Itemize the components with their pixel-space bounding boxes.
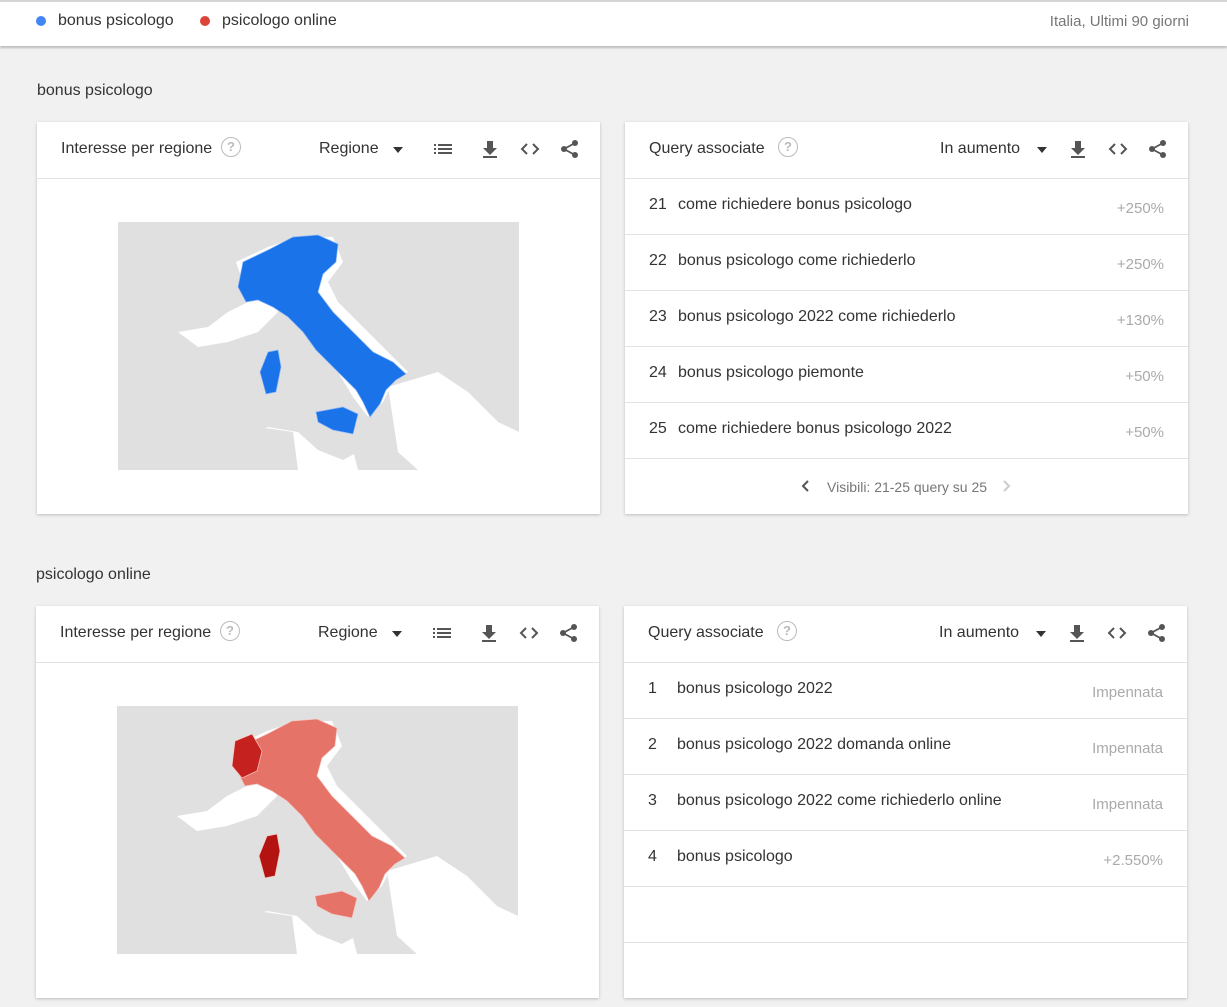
help-circle-icon[interactable]: ? xyxy=(220,621,240,641)
pagination-label: Visibili: 21-25 query su 25 xyxy=(827,479,988,495)
query-row[interactable]: 1 bonus psicologo 2022 Impennata xyxy=(624,662,1187,719)
card-title: Query associate xyxy=(648,624,764,641)
region-interest-card: Interesse per regione ? Regione xyxy=(36,606,599,998)
query-value: Impennata xyxy=(1092,684,1163,701)
query-rank: 22 xyxy=(649,252,667,269)
query-rank: 3 xyxy=(648,792,657,809)
share-icon[interactable] xyxy=(1146,622,1168,644)
query-text[interactable]: bonus psicologo xyxy=(677,848,793,866)
caret-down-icon[interactable] xyxy=(393,147,403,153)
query-row[interactable]: 2 bonus psicologo 2022 domanda online Im… xyxy=(624,718,1187,775)
query-text[interactable]: bonus psicologo 2022 come richiederlo on… xyxy=(677,792,1002,810)
download-icon[interactable] xyxy=(479,138,501,160)
embed-code-icon[interactable] xyxy=(1106,622,1128,644)
embed-code-icon[interactable] xyxy=(518,622,540,644)
query-text[interactable]: bonus psicologo 2022 xyxy=(677,680,833,698)
query-value: +250% xyxy=(1116,256,1164,273)
scope-label: Italia, Ultimi 90 giorni xyxy=(1049,13,1189,30)
card-header: Query associate ? In aumento xyxy=(625,122,1188,179)
blue-dot-icon xyxy=(36,16,46,26)
list-icon[interactable] xyxy=(432,138,454,160)
section-title: psicologo online xyxy=(36,566,151,583)
query-row[interactable]: 3 bonus psicologo 2022 come richiederlo … xyxy=(624,774,1187,831)
query-text[interactable]: bonus psicologo piemonte xyxy=(678,364,864,382)
legend-label: bonus psicologo xyxy=(58,12,174,29)
rising-dropdown[interactable]: In aumento xyxy=(939,624,1019,642)
query-text[interactable]: bonus psicologo 2022 domanda online xyxy=(677,736,951,754)
share-icon[interactable] xyxy=(559,138,581,160)
query-rank: 25 xyxy=(649,420,667,437)
query-row[interactable]: 4 bonus psicologo +2.550% xyxy=(624,830,1187,887)
query-text[interactable]: come richiedere bonus psicologo 2022 xyxy=(678,420,952,438)
legend-item-psicologo-online[interactable]: psicologo online xyxy=(200,12,337,30)
divider xyxy=(624,942,1187,943)
embed-code-icon[interactable] xyxy=(1107,138,1129,160)
rising-dropdown[interactable]: In aumento xyxy=(940,140,1020,158)
region-map[interactable] xyxy=(118,222,519,470)
query-text[interactable]: come richiedere bonus psicologo xyxy=(678,196,912,214)
legend-item-bonus-psicologo[interactable]: bonus psicologo xyxy=(36,12,174,30)
query-rank: 4 xyxy=(648,848,657,865)
download-icon[interactable] xyxy=(1067,138,1089,160)
help-circle-icon[interactable]: ? xyxy=(777,621,797,641)
query-rank: 2 xyxy=(648,736,657,753)
section-title: bonus psicologo xyxy=(37,82,153,99)
query-value: +50% xyxy=(1125,424,1164,441)
download-icon[interactable] xyxy=(1066,622,1088,644)
caret-down-icon[interactable] xyxy=(392,631,402,637)
query-value: +250% xyxy=(1116,200,1164,217)
caret-down-icon[interactable] xyxy=(1037,147,1047,153)
list-icon[interactable] xyxy=(431,622,453,644)
region-dropdown[interactable]: Regione xyxy=(318,624,378,642)
card-header: Interesse per regione ? Regione xyxy=(37,122,600,179)
region-map[interactable] xyxy=(117,706,518,954)
query-row[interactable]: 24 bonus psicologo piemonte +50% xyxy=(625,346,1188,403)
share-icon[interactable] xyxy=(558,622,580,644)
query-rank: 24 xyxy=(649,364,667,381)
query-value: Impennata xyxy=(1092,796,1163,813)
chevron-left-icon[interactable] xyxy=(799,479,813,493)
query-value: Impennata xyxy=(1092,740,1163,757)
caret-down-icon[interactable] xyxy=(1036,631,1046,637)
related-queries-card: Query associate ? In aumento 1 bonus psi… xyxy=(624,606,1187,998)
card-title: Interesse per regione xyxy=(60,624,212,641)
related-queries-card: Query associate ? In aumento 21 come ric… xyxy=(625,122,1188,514)
query-value: +130% xyxy=(1116,312,1164,329)
query-value: +50% xyxy=(1125,368,1164,385)
help-circle-icon[interactable]: ? xyxy=(221,137,241,157)
region-dropdown[interactable]: Regione xyxy=(319,140,379,158)
card-header: Query associate ? In aumento xyxy=(624,606,1187,663)
query-rank: 21 xyxy=(649,196,667,213)
query-rank: 1 xyxy=(648,680,657,697)
card-title: Query associate xyxy=(649,140,765,157)
query-row[interactable]: 25 come richiedere bonus psicologo 2022 … xyxy=(625,402,1188,459)
query-text[interactable]: bonus psicologo 2022 come richiederlo xyxy=(678,308,956,326)
red-dot-icon xyxy=(200,16,210,26)
query-row[interactable]: 23 bonus psicologo 2022 come richiederlo… xyxy=(625,290,1188,347)
query-row[interactable]: 21 come richiedere bonus psicologo +250% xyxy=(625,178,1188,235)
legend-label: psicologo online xyxy=(222,12,337,29)
region-interest-card: Interesse per regione ? Regione xyxy=(37,122,600,514)
embed-code-icon[interactable] xyxy=(519,138,541,160)
pagination: Visibili: 21-25 query su 25 xyxy=(625,479,1188,519)
query-rank: 23 xyxy=(649,308,667,325)
query-value: +2.550% xyxy=(1103,852,1163,869)
card-header: Interesse per regione ? Regione xyxy=(36,606,599,663)
query-row[interactable]: 22 bonus psicologo come richiederlo +250… xyxy=(625,234,1188,291)
query-text[interactable]: bonus psicologo come richiederlo xyxy=(678,252,915,270)
comparison-header-bar: bonus psicologo psicologo online Italia,… xyxy=(0,0,1227,46)
chevron-right-icon[interactable] xyxy=(999,479,1013,493)
card-title: Interesse per regione xyxy=(61,140,213,157)
help-circle-icon[interactable]: ? xyxy=(778,137,798,157)
share-icon[interactable] xyxy=(1147,138,1169,160)
download-icon[interactable] xyxy=(478,622,500,644)
